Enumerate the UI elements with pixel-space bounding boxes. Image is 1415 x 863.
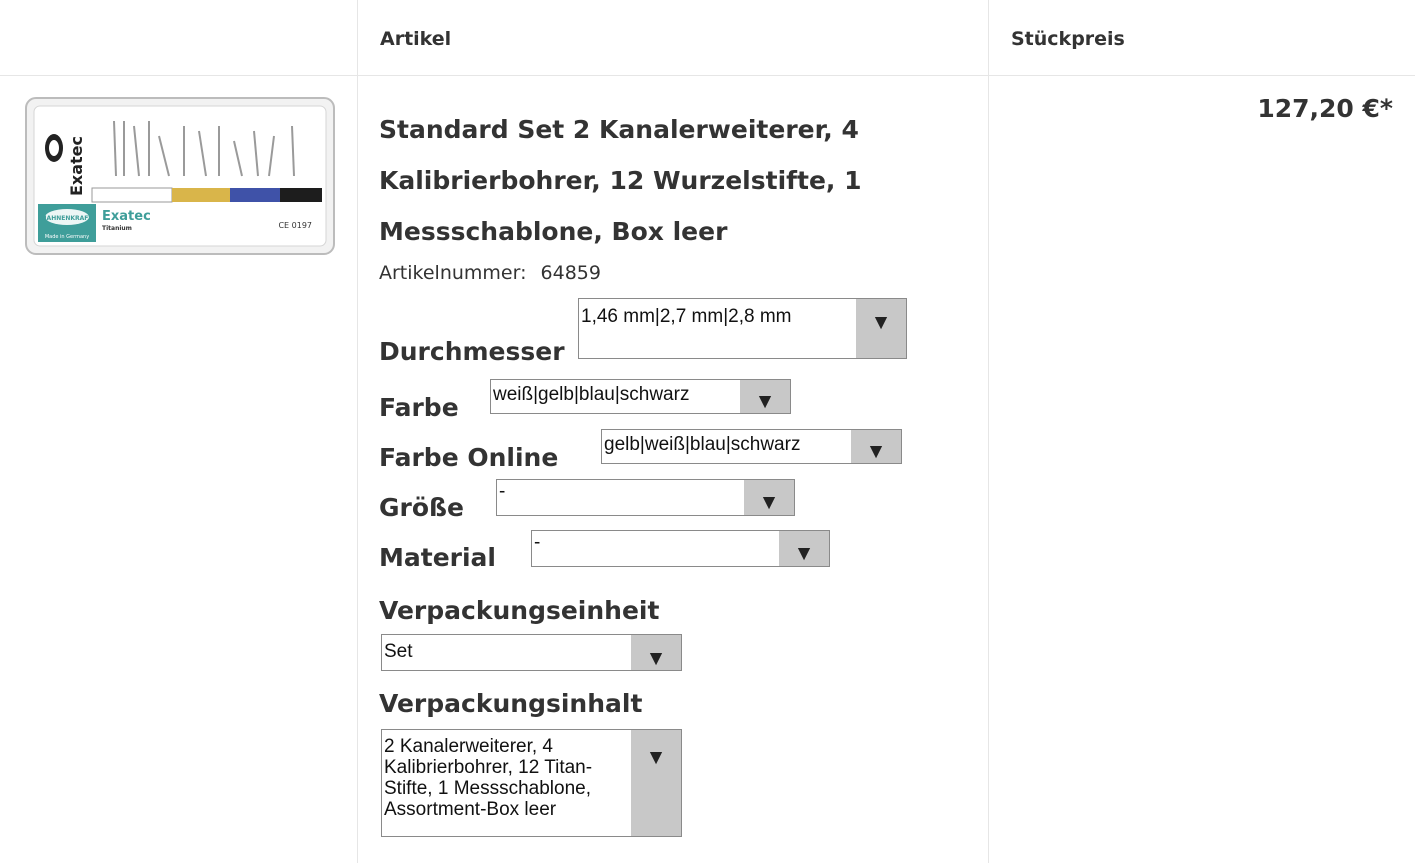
farbe-online-value: gelb|weiß|blau|schwarz <box>604 435 801 455</box>
chevron-down-icon: ▼ <box>631 635 681 670</box>
option-label-groesse: Größe <box>379 493 464 522</box>
column-header-unit-price: Stückpreis <box>1011 28 1125 50</box>
farbe-value: weiß|gelb|blau|schwarz <box>493 385 690 405</box>
verpackungseinheit-select[interactable]: Set ▼ <box>381 634 682 671</box>
product-title[interactable]: Standard Set 2 Kanalerweiterer, 4 Kalibr… <box>379 104 959 257</box>
chevron-down-icon: ▼ <box>856 299 906 358</box>
column-divider <box>357 0 358 863</box>
brand-vertical-text: Exatec <box>67 136 86 196</box>
verpackungsinhalt-value: 2 Kanalerweiterer, 4 Kalibrierbohrer, 12… <box>384 736 593 820</box>
option-label-material: Material <box>379 543 496 572</box>
cart-table: Artikel Stückpreis Exatec HAHNENKRAFT Ma… <box>0 0 1415 863</box>
verpackungsinhalt-select[interactable]: 2 Kanalerweiterer, 4 Kalibrierbohrer, 12… <box>381 729 682 837</box>
option-label-durchmesser: Durchmesser <box>379 337 565 366</box>
groesse-select[interactable]: - ▼ <box>496 479 795 516</box>
svg-text:CE 0197: CE 0197 <box>278 221 312 230</box>
chevron-down-icon: ▼ <box>779 531 829 566</box>
product-box-illustration: Exatec HAHNENKRAFT Made in Germany Exate… <box>25 97 335 255</box>
column-divider <box>988 0 989 863</box>
unit-price: 127,20 €* <box>1257 94 1393 123</box>
farbe-select[interactable]: weiß|gelb|blau|schwarz ▼ <box>490 379 791 414</box>
article-number-value: 64859 <box>540 262 601 284</box>
chevron-down-icon: ▼ <box>744 480 794 515</box>
material-select[interactable]: - ▼ <box>531 530 830 567</box>
header-divider <box>0 75 1415 76</box>
chevron-down-icon: ▼ <box>851 430 901 463</box>
verpackungseinheit-value: Set <box>384 642 413 662</box>
product-image[interactable]: Exatec HAHNENKRAFT Made in Germany Exate… <box>24 96 336 256</box>
material-value: - <box>534 533 541 553</box>
chevron-down-icon: ▼ <box>631 730 681 836</box>
option-label-verpackungsinhalt: Verpackungsinhalt <box>379 689 643 718</box>
durchmesser-select[interactable]: 1,46 mm|2,7 mm|2,8 mm ▼ <box>578 298 907 359</box>
groesse-value: - <box>499 482 506 502</box>
farbe-online-select[interactable]: gelb|weiß|blau|schwarz ▼ <box>601 429 902 464</box>
company-logo-text: HAHNENKRAFT <box>42 215 94 222</box>
svg-text:Made in Germany: Made in Germany <box>45 234 89 240</box>
chevron-down-icon: ▼ <box>740 380 790 413</box>
svg-text:Titanium: Titanium <box>102 225 132 232</box>
durchmesser-value: 1,46 mm|2,7 mm|2,8 mm <box>581 306 792 327</box>
option-label-farbe: Farbe <box>379 393 459 422</box>
option-label-farbe-online: Farbe Online <box>379 443 559 472</box>
article-number-label: Artikelnummer: <box>379 262 527 284</box>
brand-text: Exatec <box>102 209 151 224</box>
article-number-row: Artikelnummer: 64859 <box>379 262 601 284</box>
column-header-article: Artikel <box>380 28 452 50</box>
option-label-verpackungseinheit: Verpackungseinheit <box>379 596 660 625</box>
